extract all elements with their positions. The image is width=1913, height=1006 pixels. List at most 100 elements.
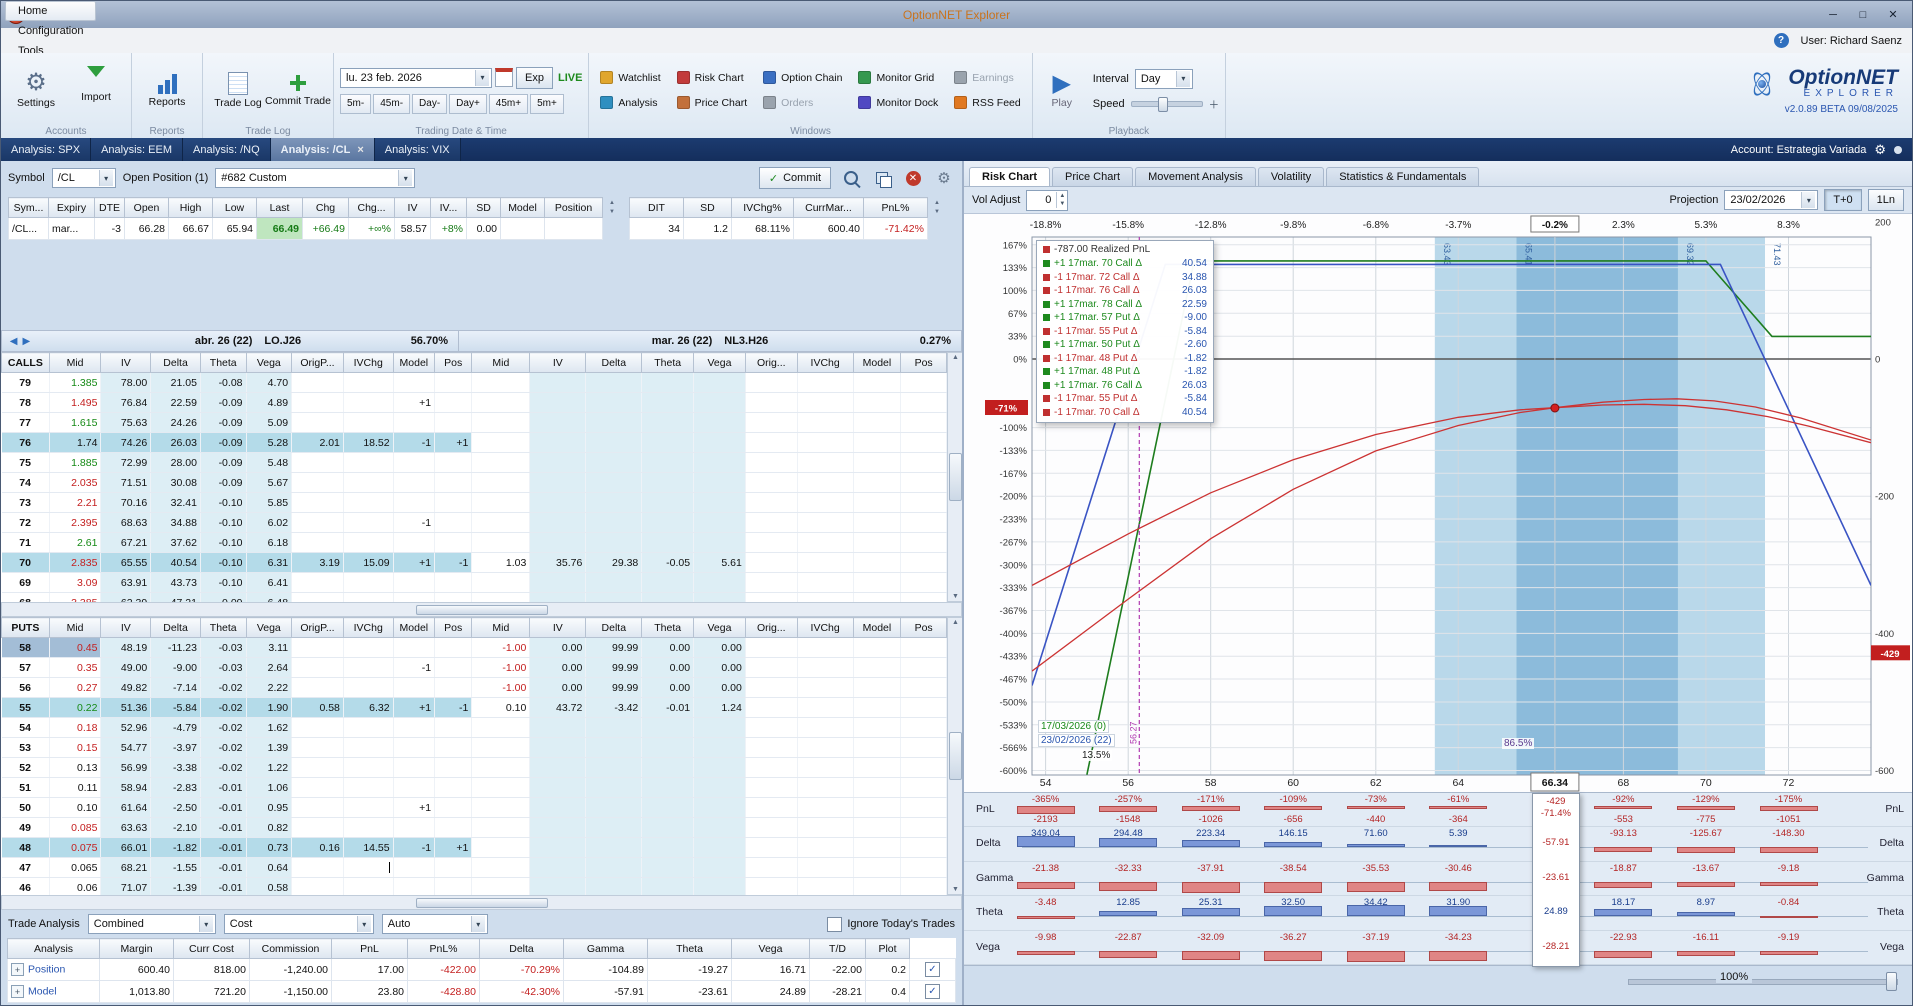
option-cell[interactable] (393, 817, 436, 838)
option-cell[interactable]: 1.385 (49, 372, 102, 393)
option-cell[interactable] (393, 757, 436, 778)
option-cell[interactable]: 0.95 (246, 797, 293, 818)
option-cell[interactable] (471, 817, 531, 838)
option-cell[interactable] (797, 737, 854, 758)
option-cell[interactable]: 99.99 (585, 637, 643, 658)
option-cell[interactable]: 0.00 (641, 677, 695, 698)
option-cell[interactable] (745, 877, 798, 895)
option-cell[interactable] (434, 777, 473, 798)
option-cell[interactable]: -0.09 (200, 412, 247, 433)
scrollbar-thumb[interactable] (415, 897, 548, 908)
option-cell[interactable] (291, 677, 344, 698)
option-cell[interactable] (641, 412, 695, 433)
option-cell[interactable] (291, 412, 344, 433)
option-cell[interactable]: -0.02 (200, 677, 247, 698)
option-cell[interactable]: 0.45 (49, 637, 102, 658)
windows-layout-button[interactable] (871, 168, 893, 188)
option-cell[interactable]: -7.14 (150, 677, 201, 698)
option-cell[interactable]: -0.10 (200, 572, 247, 593)
option-cell[interactable] (434, 857, 473, 878)
option-row-69[interactable]: 69 3.09 63.91 43.73 -0.10 6.41 (1, 572, 947, 593)
greeks-cell[interactable]: -92% -553 (1585, 793, 1661, 826)
option-cell[interactable] (641, 512, 695, 533)
option-cell[interactable]: +1 (393, 697, 436, 718)
option-cell[interactable] (797, 637, 854, 658)
greeks-cell[interactable]: -21.38 (1008, 862, 1084, 895)
option-cell[interactable]: 5.61 (693, 552, 746, 573)
option-cell[interactable] (585, 572, 643, 593)
option-cell[interactable]: 6.18 (246, 532, 293, 553)
option-cell[interactable] (471, 857, 531, 878)
greeks-cell[interactable]: -61% -364 (1420, 793, 1496, 826)
option-cell[interactable] (291, 372, 344, 393)
option-cell[interactable] (797, 492, 854, 513)
option-cell[interactable] (291, 657, 344, 678)
cell-model[interactable] (500, 217, 545, 240)
option-cell[interactable]: 0.18 (49, 717, 102, 738)
option-cell[interactable] (291, 717, 344, 738)
option-cell[interactable]: 0.00 (693, 677, 746, 698)
option-cell[interactable]: 71.07 (100, 877, 152, 895)
option-cell[interactable] (745, 592, 798, 602)
cost-select[interactable]: Cost ▾ (223, 914, 374, 934)
option-cell[interactable] (745, 512, 798, 533)
greeks-cell[interactable]: 32.50 (1255, 896, 1331, 929)
strike-cell[interactable]: 55 (1, 697, 50, 718)
option-cell[interactable]: -0.05 (641, 552, 695, 573)
greeks-cell[interactable]: -109% -656 (1255, 793, 1331, 826)
scrollbar-thumb[interactable] (415, 604, 548, 615)
strike-cell[interactable]: 74 (1, 472, 50, 493)
option-cell[interactable] (393, 637, 436, 658)
option-cell[interactable]: 62.39 (100, 592, 152, 602)
option-row-47[interactable]: 47 0.065 68.21 -1.55 -0.01 0.64 (1, 857, 947, 878)
option-cell[interactable] (343, 797, 394, 818)
option-cell[interactable] (900, 452, 947, 473)
option-cell[interactable]: 0.00 (529, 637, 587, 658)
option-cell[interactable] (745, 657, 798, 678)
option-cell[interactable] (853, 797, 902, 818)
symbol-select[interactable]: /CL ▾ (51, 168, 116, 188)
option-cell[interactable] (641, 877, 695, 895)
option-cell[interactable] (853, 412, 902, 433)
option-cell[interactable]: 0.58 (291, 697, 344, 718)
option-cell[interactable] (529, 817, 587, 838)
option-cell[interactable]: 5.09 (246, 412, 293, 433)
option-cell[interactable] (900, 532, 947, 553)
option-cell[interactable]: -2.10 (150, 817, 201, 838)
option-cell[interactable] (585, 592, 643, 602)
option-row-73[interactable]: 73 2.21 70.16 32.41 -0.10 5.85 (1, 492, 947, 513)
strike-cell[interactable]: 56 (1, 677, 50, 698)
option-cell[interactable] (434, 797, 473, 818)
option-cell[interactable] (529, 857, 587, 878)
option-cell[interactable] (641, 737, 695, 758)
option-cell[interactable]: 1.06 (246, 777, 293, 798)
option-cell[interactable] (471, 877, 531, 895)
chain-prev-icon[interactable]: ◀ (10, 336, 18, 347)
option-cell[interactable]: 5.85 (246, 492, 293, 513)
option-cell[interactable]: 30.08 (150, 472, 201, 493)
option-cell[interactable] (900, 392, 947, 413)
option-row-54[interactable]: 54 0.18 52.96 -4.79 -0.02 1.62 (1, 717, 947, 738)
option-cell[interactable] (900, 757, 947, 778)
option-cell[interactable]: -9.00 (150, 657, 201, 678)
option-cell[interactable]: 0.06 (49, 877, 102, 895)
minimize-button[interactable]: ─ (1818, 5, 1848, 25)
strike-cell[interactable]: 54 (1, 717, 50, 738)
option-cell[interactable]: +1 (393, 797, 436, 818)
option-cell[interactable]: 1.495 (49, 392, 102, 413)
option-cell[interactable]: 40.54 (150, 552, 201, 573)
option-cell[interactable]: 29.38 (585, 552, 643, 573)
option-cell[interactable] (291, 572, 344, 593)
option-row-50[interactable]: 50 0.10 61.64 -2.50 -0.01 0.95 +1 (1, 797, 947, 818)
row-name-cell[interactable]: + Model (7, 980, 100, 1003)
greeks-cell[interactable]: 294.48 (1090, 827, 1166, 860)
greeks-cell[interactable]: 31.90 (1420, 896, 1496, 929)
menu-item-configuration[interactable]: Configuration (5, 21, 96, 41)
option-cell[interactable]: 0.075 (49, 837, 102, 858)
option-cell[interactable] (434, 452, 473, 473)
option-cell[interactable] (900, 512, 947, 533)
option-cell[interactable] (693, 532, 746, 553)
chain-header-left[interactable]: abr. 26 (22) LO.J26 56.70% (38, 331, 459, 351)
strike-cell[interactable]: 48 (1, 837, 50, 858)
option-cell[interactable] (585, 737, 643, 758)
